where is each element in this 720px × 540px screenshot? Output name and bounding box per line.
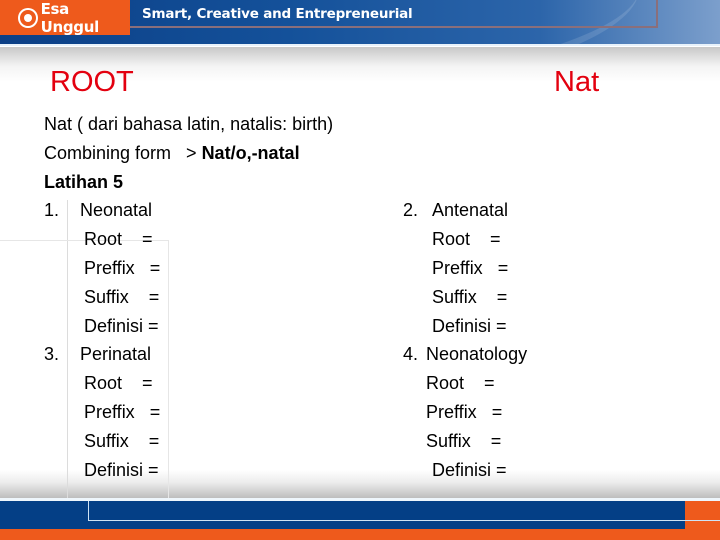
item-number: 3. [44,344,60,364]
item-field-suffix: Suffix = [84,431,160,451]
university-logo: Esa Unggul [0,0,130,36]
item-field-root: Root = [432,229,501,249]
logo-emblem-icon [18,7,38,28]
logo-text: Esa Unggul [40,0,100,36]
item-field-prefix: Preffix = [426,402,503,422]
item-field-suffix: Suffix = [432,287,508,307]
item-field-root: Root = [84,229,153,249]
item-field-prefix: Preffix = [432,258,509,278]
combining-form-label: Combining form > [44,143,202,163]
intro-line: Nat ( dari bahasa latin, natalis: birth) [44,114,334,134]
item-field-suffix: Suffix = [426,431,502,451]
item-field-definition: Definisi = [84,460,159,480]
item-field-suffix: Suffix = [84,287,160,307]
slide-title-left: ROOT [50,66,134,98]
decorative-vertical-line [67,200,68,498]
item-term: Neonatal [80,200,153,220]
item-term: Neonatology [426,344,528,364]
header-underline [0,44,720,46]
item-number: 2. [403,200,419,220]
item-term: Antenatal [432,200,509,220]
combining-form-line: Combining form > Nat/o,-natal [44,142,300,164]
item-field-prefix: Preffix = [84,402,161,422]
header-banner: Esa Unggul Smart, Creative and Entrepren… [0,0,720,46]
item-field-root: Root = [426,373,495,393]
item-field-prefix: Preffix = [84,258,161,278]
slide-title-right: Nat [554,66,600,98]
combining-form-value: Nat/o,-natal [201,143,300,163]
item-number: 4. [403,344,419,364]
exercise-heading: Latihan 5 [44,172,124,192]
item-number: 1. [44,200,60,220]
header-tagline: Smart, Creative and Entrepreneurial [142,6,413,22]
item-field-definition: Definisi = [432,316,507,336]
item-field-definition: Definisi = [84,316,159,336]
item-term: Perinatal [80,344,152,364]
decorative-vertical-line [168,240,169,498]
item-field-root: Root = [84,373,153,393]
item-field-definition: Definisi = [432,460,507,480]
footer-decorative-line [88,501,720,521]
